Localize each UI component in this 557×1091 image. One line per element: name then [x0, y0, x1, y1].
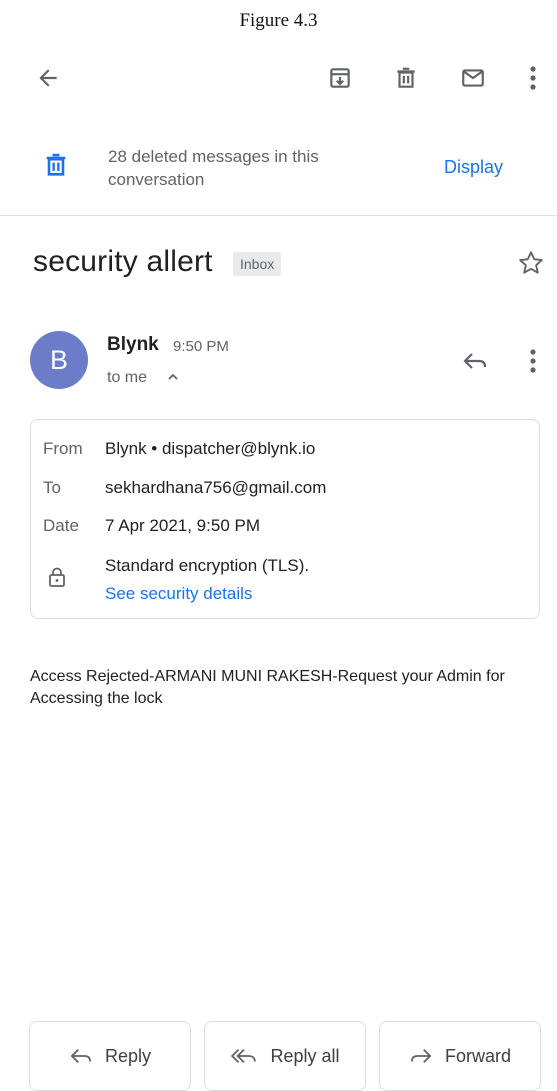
- forward-label: Forward: [444, 1045, 511, 1066]
- reply-label: Reply: [104, 1045, 152, 1066]
- email-subject: security allert: [33, 245, 213, 278]
- star-icon: [517, 249, 545, 277]
- delete-button[interactable]: [384, 58, 428, 98]
- reply-icon-button[interactable]: [455, 343, 495, 379]
- date-value: 7 Apr 2021, 9:50 PM: [105, 516, 260, 535]
- archive-button[interactable]: [318, 58, 362, 98]
- reply-button[interactable]: Reply: [29, 1021, 191, 1091]
- reply-all-button[interactable]: Reply all: [204, 1021, 366, 1091]
- trash-icon: [42, 151, 70, 179]
- from-label: From: [43, 439, 83, 458]
- archive-icon: [327, 65, 353, 91]
- see-security-details-link[interactable]: See security details: [105, 584, 252, 604]
- to-label: To: [43, 478, 61, 497]
- sender-name: Blynk: [107, 334, 159, 355]
- more-vert-icon: [529, 65, 537, 91]
- display-deleted-button[interactable]: Display: [444, 157, 503, 178]
- trash-icon: [393, 65, 419, 91]
- lock-icon: [47, 566, 67, 588]
- figure-caption: Figure 4.3: [239, 10, 318, 31]
- deleted-messages-text: 28 deleted messages in this conversation: [108, 147, 319, 189]
- reply-all-label: Reply all: [270, 1045, 340, 1066]
- reply-icon: [69, 1046, 93, 1066]
- encryption-text: Standard encryption (TLS).: [105, 556, 310, 575]
- message-time: 9:50 PM: [173, 338, 229, 355]
- deleted-banner-icon: [42, 151, 70, 179]
- from-value: Blynk • dispatcher@blynk.io: [105, 439, 316, 458]
- back-button[interactable]: [28, 58, 68, 98]
- forward-button[interactable]: Forward: [379, 1021, 541, 1091]
- message-body: Access Rejected-ARMANI MUNI RAKESH-Reque…: [30, 668, 505, 707]
- more-options-button[interactable]: [518, 58, 548, 98]
- more-vert-icon: [529, 348, 537, 374]
- to-value: sekhardhana756@gmail.com: [105, 478, 327, 497]
- avatar: B: [30, 331, 88, 389]
- envelope-icon: [459, 65, 487, 91]
- chevron-up-icon[interactable]: [166, 370, 180, 384]
- star-button[interactable]: [513, 245, 549, 281]
- reply-icon: [462, 350, 488, 372]
- date-label: Date: [43, 516, 79, 535]
- divider: [0, 215, 557, 216]
- recipient-summary[interactable]: to me: [107, 369, 147, 387]
- arrow-back-icon: [35, 65, 61, 91]
- inbox-label-chip[interactable]: Inbox: [233, 252, 282, 276]
- reply-all-icon: [230, 1046, 258, 1066]
- message-more-button[interactable]: [518, 343, 548, 379]
- forward-icon: [409, 1046, 433, 1066]
- mark-unread-button[interactable]: [450, 58, 496, 98]
